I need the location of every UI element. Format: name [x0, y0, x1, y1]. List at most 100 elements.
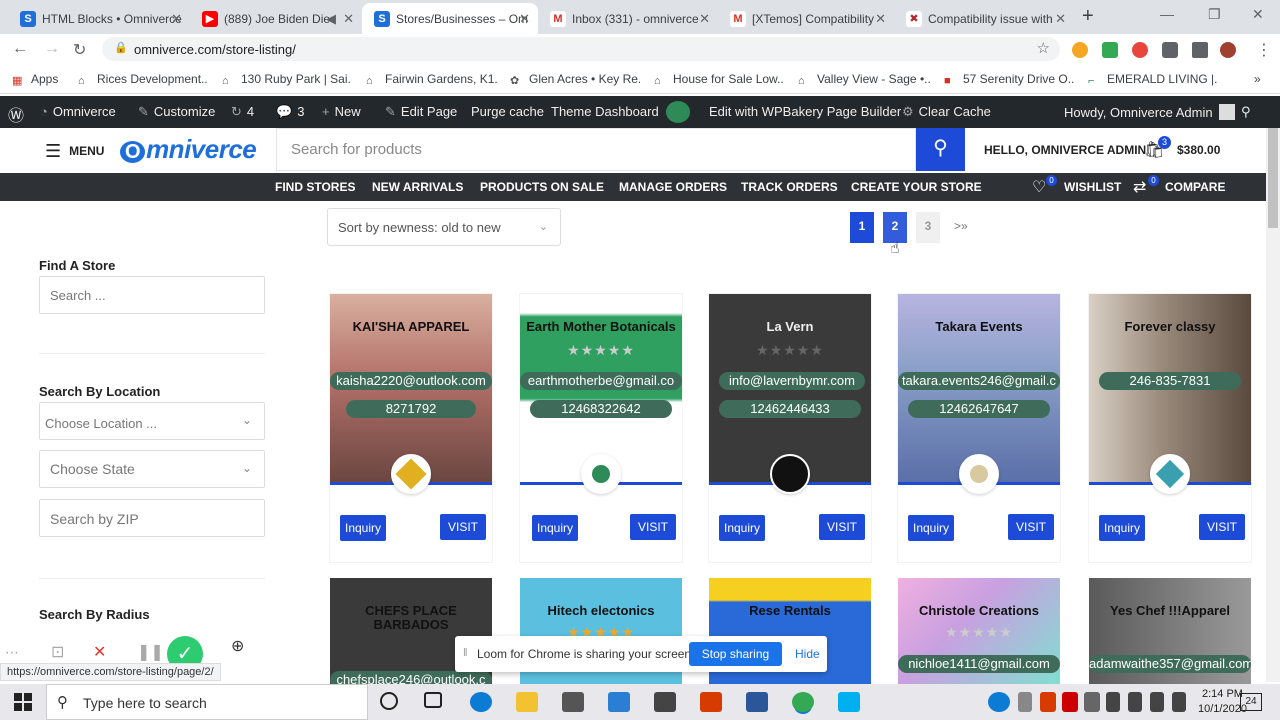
bookmark-item[interactable]: ⌐ EMERALD LIVING |...: [1088, 72, 1218, 87]
close-icon[interactable]: ✕: [171, 11, 182, 27]
inquiry-button[interactable]: Inquiry: [1099, 515, 1145, 541]
inquiry-button[interactable]: Inquiry: [340, 515, 386, 541]
wp-theme-dashboard-link[interactable]: Theme Dashboard: [551, 104, 659, 119]
wpbakery-logo-icon[interactable]: [666, 101, 690, 123]
nav-products-on-sale[interactable]: PRODUCTS ON SALE: [480, 180, 604, 194]
store-name[interactable]: Takara Events: [898, 320, 1060, 334]
speaker-icon[interactable]: ◀: [326, 11, 336, 27]
store-card[interactable]: Takara Events takara.events246@gmail.c 1…: [898, 294, 1060, 562]
browser-tab[interactable]: M [XTemos] Compatibility ✕: [718, 3, 894, 34]
bookmark-item[interactable]: ■ 57 Serenity Drive O...: [944, 72, 1074, 87]
store-card[interactable]: Earth Mother Botanicals ★★★★★ earthmothe…: [520, 294, 682, 562]
menu-button[interactable]: ☰ MENU: [45, 141, 104, 162]
scrollbar-thumb[interactable]: [1268, 128, 1278, 228]
store-search-input[interactable]: Search ...: [39, 276, 265, 314]
extension-icon[interactable]: [1132, 42, 1148, 58]
wp-customize-link[interactable]: ✎ Customize: [138, 104, 215, 120]
store-card[interactable]: Christole Creations ★★★★★ nichloe1411@gm…: [898, 578, 1060, 688]
camera-icon[interactable]: ⊡: [51, 642, 64, 662]
page-scrollbar[interactable]: [1266, 128, 1280, 682]
store-name[interactable]: KAI'SHA APPAREL: [330, 320, 492, 334]
bookmark-star-icon[interactable]: ☆: [1037, 39, 1050, 57]
network-icon[interactable]: [1128, 692, 1142, 712]
file-explorer-icon[interactable]: [516, 692, 538, 712]
minimize-icon[interactable]: —: [1160, 6, 1174, 22]
heart-icon[interactable]: ♡: [1032, 177, 1046, 197]
wp-howdy-link[interactable]: Howdy, Omniverce Admin: [1064, 104, 1235, 120]
wp-new-link[interactable]: + New: [322, 104, 361, 119]
nav-create-your-store[interactable]: CREATE YOUR STORE: [851, 180, 982, 194]
close-icon[interactable]: ✕: [343, 11, 354, 27]
wp-updates-link[interactable]: ↻ 4: [231, 104, 254, 120]
state-select[interactable]: Choose State ⌄: [39, 450, 265, 488]
close-icon[interactable]: ✕: [699, 11, 710, 27]
store-name[interactable]: Earth Mother Botanicals: [520, 320, 682, 334]
back-icon[interactable]: ←: [12, 40, 28, 58]
wp-purge-cache-link[interactable]: Purge cache: [471, 104, 544, 119]
hide-button[interactable]: Hide: [795, 647, 820, 661]
tray-app-icon[interactable]: [1040, 692, 1056, 712]
store-card[interactable]: La Vern ★★★★★ info@lavernbymr.com 124624…: [709, 294, 871, 562]
browser-tab-active[interactable]: S Stores/Businesses – Om ✕: [362, 3, 538, 34]
bookmark-item[interactable]: ⌂ House for Sale Low...: [654, 72, 784, 87]
windows-start-icon[interactable]: [14, 693, 32, 711]
close-icon[interactable]: ✕: [875, 11, 886, 27]
visit-button[interactable]: VISIT: [1199, 514, 1245, 540]
location-select[interactable]: Choose Location ... ⌄: [39, 402, 265, 440]
zip-input[interactable]: Search by ZIP: [39, 499, 265, 537]
restore-icon[interactable]: ❐: [1208, 6, 1221, 23]
store-name[interactable]: La Vern: [709, 320, 871, 334]
extensions-puzzle-icon[interactable]: [1162, 42, 1178, 58]
language-icon[interactable]: [1172, 692, 1186, 712]
bookmark-item[interactable]: ⌂ Rices Development...: [78, 72, 208, 87]
compare-icon[interactable]: ⇄: [1133, 177, 1146, 197]
nav-new-arrivals[interactable]: NEW ARRIVALS: [372, 180, 463, 194]
store-name[interactable]: Yes Chef !!!Apparel: [1089, 604, 1251, 618]
store-name[interactable]: Rese Rentals: [709, 604, 871, 618]
office-icon[interactable]: [700, 692, 722, 712]
location-target-icon[interactable]: ⊕: [231, 636, 244, 656]
skype-icon[interactable]: [838, 692, 860, 712]
notifications-icon[interactable]: 24: [1240, 693, 1262, 711]
mail-icon[interactable]: [608, 692, 630, 712]
extension-icon[interactable]: [1072, 42, 1088, 58]
page-1-link[interactable]: 1: [850, 212, 874, 243]
taskbar-search-input[interactable]: ⚲ Type here to search: [46, 684, 368, 720]
tray-app-icon[interactable]: [1062, 692, 1078, 712]
store-card[interactable]: KAI'SHA APPAREL kaisha2220@outlook.com 8…: [330, 294, 492, 562]
forward-icon[interactable]: →: [44, 40, 60, 58]
bookmark-item[interactable]: ⌂ Valley View - Sage •...: [798, 72, 930, 87]
inquiry-button[interactable]: Inquiry: [908, 515, 954, 541]
tray-app-icon[interactable]: [1084, 692, 1100, 712]
cortana-icon[interactable]: [380, 692, 398, 710]
cancel-recording-icon[interactable]: ✕: [93, 642, 106, 662]
bookmark-item[interactable]: ⌂ Fairwin Gardens, K1...: [366, 72, 498, 87]
browser-tab[interactable]: ✖ Compatibility issue with ✕: [894, 3, 1074, 34]
nav-track-orders[interactable]: TRACK ORDERS: [741, 180, 838, 194]
reading-list-icon[interactable]: [1192, 42, 1208, 58]
browser-tab[interactable]: S HTML Blocks • Omniverce ✕: [8, 3, 190, 34]
page-3-link[interactable]: 3: [916, 212, 940, 243]
new-tab-button[interactable]: +: [1082, 5, 1094, 28]
pause-icon[interactable]: ❚❚: [137, 642, 164, 662]
store-icon[interactable]: [562, 692, 584, 712]
site-logo[interactable]: Omniverce: [120, 134, 257, 165]
chrome-icon[interactable]: [792, 692, 814, 712]
store-name[interactable]: CHEFS PLACE BARBADOS: [330, 604, 492, 632]
extension-icon[interactable]: [1102, 42, 1118, 58]
search-button[interactable]: ⚲: [916, 128, 965, 171]
bookmark-item[interactable]: ✿ Glen Acres • Key Re...: [510, 72, 640, 86]
wordpress-logo-icon[interactable]: Ⓦ: [8, 102, 24, 126]
nav-find-stores[interactable]: FIND STORES: [275, 180, 355, 194]
tray-chevron-icon[interactable]: [1018, 692, 1032, 712]
store-card[interactable]: Yes Chef !!!Apparel adamwaithe357@gmail.…: [1089, 578, 1251, 688]
task-view-icon[interactable]: [424, 692, 442, 708]
word-icon[interactable]: [746, 692, 768, 712]
wp-comments-link[interactable]: 💬 3: [276, 104, 304, 120]
more-menu-icon[interactable]: ⋮: [1256, 40, 1272, 60]
wp-edit-page-link[interactable]: ✎ Edit Page: [385, 104, 457, 120]
wishlist-link[interactable]: WISHLIST: [1064, 180, 1121, 194]
next-page-link[interactable]: >»: [954, 219, 968, 233]
app-icon[interactable]: [654, 692, 676, 712]
visit-button[interactable]: VISIT: [819, 514, 865, 540]
